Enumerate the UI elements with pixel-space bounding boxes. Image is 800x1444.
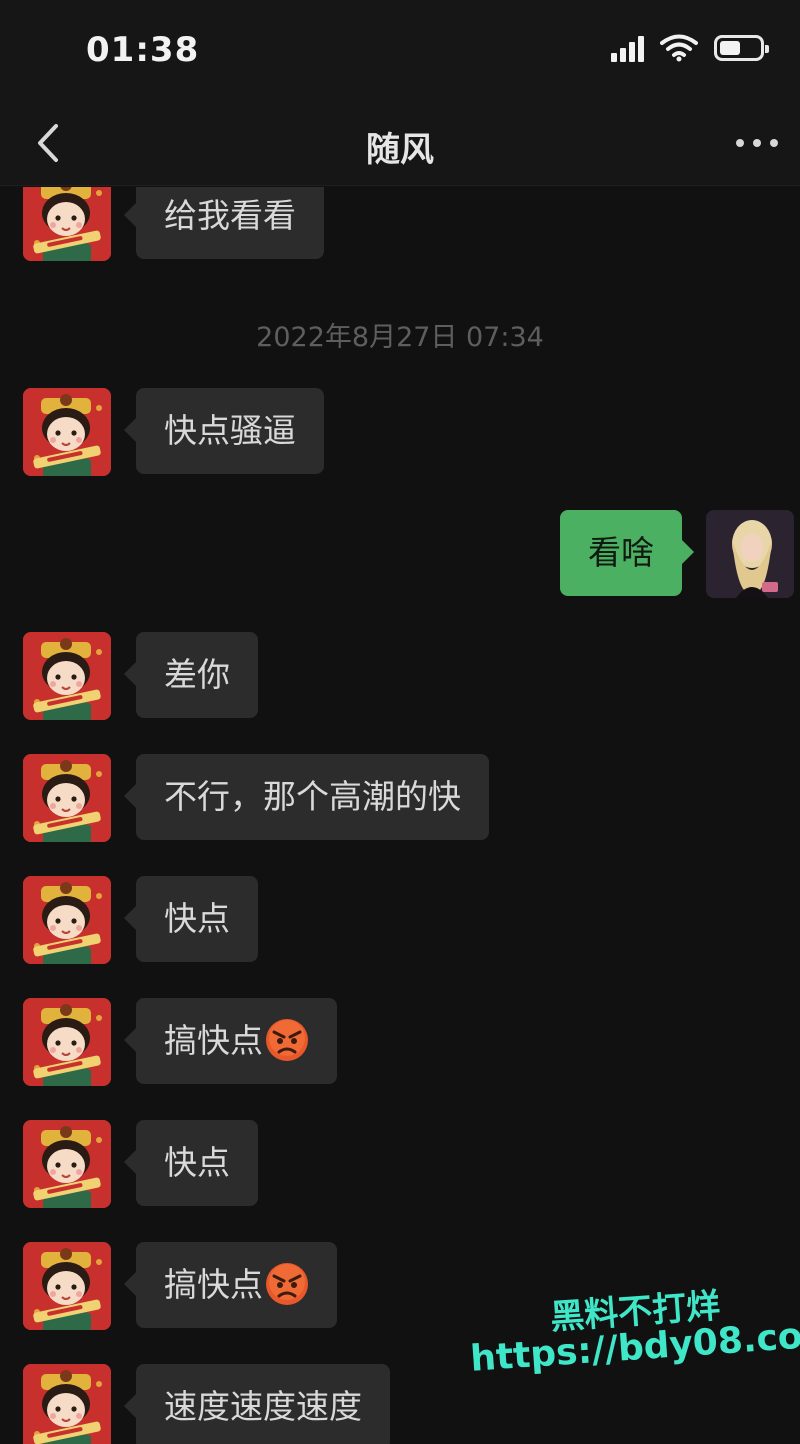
message-row: 差你 bbox=[0, 632, 800, 720]
nav-bar: 随风 bbox=[0, 100, 800, 186]
status-bar: 01:38 bbox=[0, 0, 800, 100]
message-row: 搞快点 bbox=[0, 998, 800, 1086]
contact-avatar[interactable] bbox=[23, 632, 111, 720]
message-row: 搞快点 bbox=[0, 1242, 800, 1330]
message-text: 搞快点 bbox=[164, 1021, 263, 1060]
contact-avatar[interactable] bbox=[23, 754, 111, 842]
message-bubble[interactable]: 快点骚逼 bbox=[124, 388, 324, 474]
message-row: 给我看看 bbox=[0, 187, 800, 261]
contact-avatar[interactable] bbox=[23, 1364, 111, 1444]
self-avatar[interactable] bbox=[706, 510, 794, 598]
message-bubble[interactable]: 给我看看 bbox=[124, 187, 324, 259]
message-row: 快点 bbox=[0, 1120, 800, 1208]
message-row: 速度速度速度 bbox=[0, 1364, 800, 1444]
message-bubble[interactable]: 搞快点 bbox=[124, 1242, 337, 1328]
chat-title: 随风 bbox=[366, 130, 434, 170]
contact-avatar[interactable] bbox=[23, 998, 111, 1086]
status-time: 01:38 bbox=[86, 30, 200, 70]
message-bubble[interactable]: 不行，那个高潮的快 bbox=[124, 754, 489, 840]
contact-avatar[interactable] bbox=[23, 1242, 111, 1330]
message-timestamp: 2022年8月27日 07:34 bbox=[256, 322, 544, 353]
battery-icon bbox=[714, 35, 769, 61]
message-bubble[interactable]: 快点 bbox=[124, 1120, 258, 1206]
more-dots-icon bbox=[736, 139, 744, 147]
wifi-icon bbox=[660, 34, 698, 62]
message-bubble[interactable]: 快点 bbox=[124, 876, 258, 962]
contact-avatar[interactable] bbox=[23, 388, 111, 476]
message-bubble[interactable]: 搞快点 bbox=[124, 998, 337, 1084]
contact-avatar[interactable] bbox=[23, 187, 111, 261]
message-row: 不行，那个高潮的快 bbox=[0, 754, 800, 842]
angry-face-emoji-icon bbox=[265, 1262, 309, 1306]
angry-face-emoji-icon bbox=[265, 1018, 309, 1062]
status-icons bbox=[611, 34, 769, 62]
message-text: 搞快点 bbox=[164, 1265, 263, 1304]
contact-avatar[interactable] bbox=[23, 876, 111, 964]
message-row: 快点 bbox=[0, 876, 800, 964]
message-row: 快点骚逼 bbox=[0, 388, 800, 476]
message-row: 看啥 bbox=[0, 510, 800, 598]
message-bubble[interactable]: 差你 bbox=[124, 632, 258, 718]
contact-avatar[interactable] bbox=[23, 1120, 111, 1208]
cellular-signal-icon bbox=[611, 34, 644, 62]
chat-screen: 01:38 随风 给我看看 2022年8月27日 07:34 快点骚逼 看啥 差… bbox=[0, 0, 800, 1444]
message-bubble-sent[interactable]: 看啥 bbox=[560, 510, 694, 596]
more-options-button[interactable] bbox=[736, 128, 778, 158]
message-bubble[interactable]: 速度速度速度 bbox=[124, 1364, 390, 1444]
message-list[interactable]: 给我看看 2022年8月27日 07:34 快点骚逼 看啥 差你 不行，那个高潮… bbox=[0, 187, 800, 1444]
